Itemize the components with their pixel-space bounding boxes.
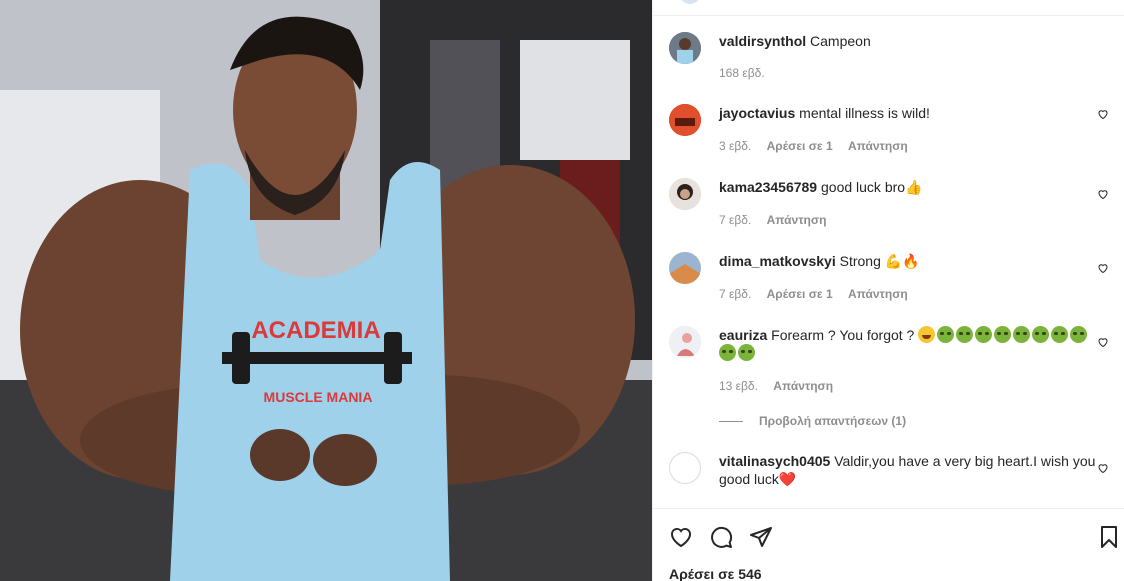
comment-bubble-icon[interactable] [709,525,733,549]
reply-button[interactable]: Απάντηση [773,379,833,393]
action-bar: Αρέσει σε 546 [653,508,1124,581]
post-image: ACADEMIA MUSCLE MANIA [0,0,652,581]
avatar-image [669,104,701,136]
avatar[interactable] [669,252,701,284]
timestamp[interactable]: 7 εβδ. [719,287,751,301]
laughing-emoji-icon [918,326,936,343]
comment-meta: 13 εβδ. Απάντηση [719,379,845,393]
avatar[interactable] [669,178,701,210]
reply-button[interactable]: Απάντηση [767,213,827,227]
view-replies-button[interactable]: Προβολή απαντήσεων (1) [719,414,906,428]
caption-meta: 168 εβδ. [719,66,777,80]
like-count[interactable]: Αρέσει σε 1 [767,287,833,301]
likes-count[interactable]: Αρέσει σε 546 [669,566,762,581]
divider [719,420,743,422]
comment-text: Campeon [810,33,871,49]
avatar-image [669,32,701,64]
heart-icon[interactable] [1097,262,1109,274]
bookmark-icon[interactable] [1097,525,1121,549]
heart-icon[interactable] [1097,108,1109,120]
nauseated-emoji-icon [1051,326,1069,343]
reply-button[interactable]: Απάντηση [848,139,908,153]
comment-body: dima_matkovskyi Strong 💪🔥 [719,252,1097,270]
username[interactable]: vitalinasych0405 [719,453,830,469]
view-replies-label: Προβολή απαντήσεων (1) [759,414,907,428]
post-photo[interactable]: ACADEMIA MUSCLE MANIA [0,0,652,581]
timestamp[interactable]: 7 εβδ. [719,213,751,227]
reply-button[interactable]: Απάντηση [848,287,908,301]
avatar[interactable] [669,452,701,484]
timestamp[interactable]: 3 εβδ. [719,139,751,153]
avatar-image [669,178,701,210]
avatar[interactable] [669,104,701,136]
timestamp[interactable]: 13 εβδ. [719,379,758,393]
shirt-text-bottom: MUSCLE MANIA [264,389,373,405]
header-avatar[interactable] [679,0,701,4]
comment-text: mental illness is wild! [799,105,930,121]
avatar[interactable] [669,326,701,358]
comment-text: good luck bro👍 [821,179,923,195]
nauseated-emoji-icon [1070,326,1088,343]
heart-icon[interactable] [669,525,693,549]
nauseated-emoji-icon [994,326,1012,343]
nauseated-emoji-icon [1013,326,1031,343]
timestamp[interactable]: 168 εβδ. [719,66,765,80]
comment-body: jayoctavius mental illness is wild! [719,104,1097,122]
nauseated-emoji-icon [975,326,993,343]
comment-body: kama23456789 good luck bro👍 [719,178,1097,196]
nauseated-emoji-icon [937,326,955,343]
nauseated-emoji-icon [1032,326,1050,343]
heart-icon[interactable] [1097,462,1109,474]
like-count[interactable]: Αρέσει σε 1 [767,139,833,153]
username[interactable]: jayoctavius [719,105,795,121]
comment-body: vitalinasych0405 Valdir,you have a very … [719,452,1097,488]
shirt-text-top: ACADEMIA [251,317,380,344]
comment-meta: 3 εβδ. Αρέσει σε 1 Απάντηση [719,139,920,153]
username[interactable]: dima_matkovskyi [719,253,836,269]
nauseated-emoji-icon [719,344,736,361]
header-strip [653,0,1124,16]
heart-icon[interactable] [1097,336,1109,348]
nauseated-emoji-icon [738,344,755,361]
avatar-image [669,252,701,284]
comment-meta: 7 εβδ. Απάντηση [719,213,838,227]
heart-icon[interactable] [1097,188,1109,200]
nauseated-emoji-icon [956,326,974,343]
comment-body: eauriza Forearm ? You forgot ? [719,326,1097,362]
username[interactable]: kama23456789 [719,179,817,195]
comment-text: Forearm ? You forgot ? [771,327,915,343]
comments-panel: valdirsynthol Campeon 168 εβδ. jayoctavi… [652,0,1124,581]
paper-plane-icon[interactable] [749,525,773,549]
comment-text: Strong 💪🔥 [839,253,920,269]
comment-meta: 7 εβδ. Αρέσει σε 1 Απάντηση [719,287,920,301]
username[interactable]: valdirsynthol [719,33,806,49]
avatar-image [669,326,701,358]
avatar[interactable] [669,32,701,64]
username[interactable]: eauriza [719,327,767,343]
caption-text: valdirsynthol Campeon [719,32,1097,50]
